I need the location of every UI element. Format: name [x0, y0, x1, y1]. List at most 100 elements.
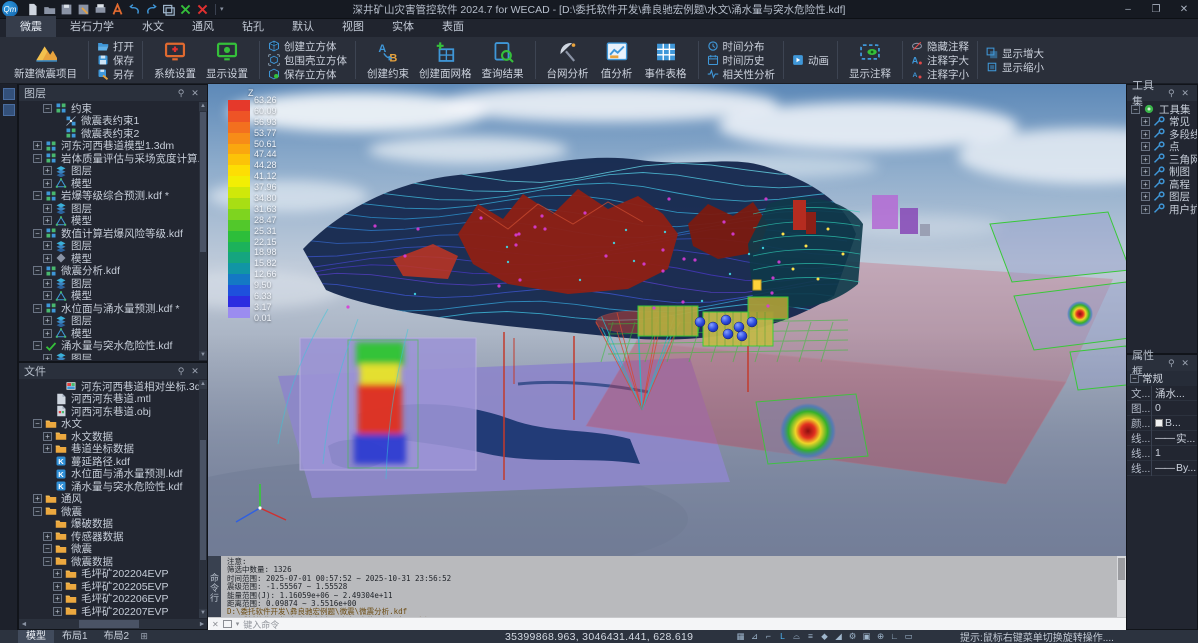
file-tree-item[interactable]: + 毛坪矿202208EVP: [19, 618, 199, 619]
new-layout-tab-icon[interactable]: ⊞: [137, 631, 151, 642]
ribbon-button-创建约束[interactable]: AB创建约束: [362, 39, 414, 81]
ribbon-button-保存[interactable]: 保存: [95, 54, 136, 67]
tree-expander[interactable]: −: [1131, 105, 1140, 114]
quick-access-dropdown-icon[interactable]: ▾: [220, 5, 224, 13]
tree-expander[interactable]: +: [43, 532, 52, 541]
file-tree-item[interactable]: + 通风: [19, 493, 199, 506]
tree-expander[interactable]: −: [33, 154, 42, 163]
ribbon-button-注释字小[interactable]: A注释字小: [909, 68, 971, 81]
ribbon-button-显示设置[interactable]: 显示设置: [201, 39, 253, 81]
tree-expander[interactable]: −: [33, 304, 42, 313]
tree-expander[interactable]: +: [43, 432, 52, 441]
tree-expander[interactable]: +: [1141, 130, 1150, 139]
tree-expander[interactable]: +: [43, 254, 52, 263]
tree-expander[interactable]: +: [43, 216, 52, 225]
tree-expander[interactable]: +: [43, 354, 52, 360]
menu-tab-视图[interactable]: 视图: [328, 16, 378, 37]
close-icon[interactable]: ✕: [1178, 358, 1192, 369]
tree-expander[interactable]: +: [1141, 205, 1150, 214]
tree-expander[interactable]: −: [33, 191, 42, 200]
menu-tab-表面[interactable]: 表面: [428, 16, 478, 37]
layers-scrollbar[interactable]: ▲▼: [199, 102, 207, 360]
tree-expander[interactable]: +: [43, 166, 52, 175]
command-caret-icon[interactable]: ▾: [236, 620, 240, 628]
layout-tab-布局2[interactable]: 布局2: [96, 630, 138, 643]
settings-toggle[interactable]: ⚙: [847, 631, 858, 642]
ribbon-button-创建立方体[interactable]: 创建立方体: [266, 40, 349, 53]
undo-icon[interactable]: [126, 2, 143, 17]
ribbon-button-隐藏注释[interactable]: 隐藏注释: [909, 40, 971, 53]
layout-tab-布局1[interactable]: 布局1: [54, 630, 96, 643]
dock-files-icon[interactable]: [3, 104, 15, 116]
layer-tree-item[interactable]: − 微震分析.kdf: [19, 265, 199, 278]
tree-expander[interactable]: +: [43, 179, 52, 188]
files-scrollbar[interactable]: ▲▼: [199, 380, 207, 618]
tree-expander[interactable]: +: [53, 569, 62, 578]
minimize-button[interactable]: –: [1114, 0, 1142, 19]
layer-tree-item[interactable]: + 图层: [19, 165, 199, 178]
tree-expander[interactable]: +: [43, 291, 52, 300]
tree-expander[interactable]: +: [1141, 142, 1150, 151]
close-icon[interactable]: ✕: [188, 366, 202, 377]
tree-expander[interactable]: −: [33, 266, 42, 275]
tree-expander[interactable]: −: [33, 507, 42, 516]
ucs-toggle[interactable]: ∟: [889, 631, 900, 642]
tree-expander[interactable]: −: [33, 229, 42, 238]
tree-expander[interactable]: +: [1141, 117, 1150, 126]
save-as-icon[interactable]: [75, 2, 92, 17]
ribbon-button-创建面网格[interactable]: 创建面网格: [414, 39, 477, 81]
ribbon-button-包围壳立方体[interactable]: 包围壳立方体: [266, 54, 349, 67]
close-doc-red-icon[interactable]: [194, 2, 211, 17]
menu-tab-通风[interactable]: 通风: [178, 16, 228, 37]
layer-tree-item[interactable]: − 数值计算岩爆风险等级.kdf: [19, 227, 199, 240]
file-tree-item[interactable]: + 传感器数据: [19, 530, 199, 543]
property-row[interactable]: 线... ——实...: [1127, 431, 1197, 446]
tree-expander[interactable]: +: [43, 204, 52, 213]
menu-tab-水文[interactable]: 水文: [128, 16, 178, 37]
ribbon-button-台网分析[interactable]: 台网分析: [542, 39, 594, 81]
ribbon-button-保存立方体[interactable]: 保存立方体: [266, 68, 349, 81]
ribbon-button-相关性分析[interactable]: 相关性分析: [705, 68, 778, 81]
pin-icon[interactable]: ⚲: [1164, 88, 1178, 99]
layer-tree-item[interactable]: − 岩爆等级综合预测.kdf *: [19, 190, 199, 203]
restore-button[interactable]: ❐: [1142, 0, 1170, 19]
object-snap-toggle[interactable]: ◆: [819, 631, 830, 642]
cleanscreen-toggle[interactable]: ▭: [903, 631, 914, 642]
ribbon-button-显示缩小[interactable]: 显示缩小: [984, 61, 1046, 74]
ribbon-button-值分析[interactable]: 值分析: [594, 39, 640, 81]
transparency-toggle[interactable]: ▣: [861, 631, 872, 642]
save-file-icon[interactable]: [58, 2, 75, 17]
menu-tab-微震[interactable]: 微震: [6, 16, 56, 37]
menu-tab-岩石力学[interactable]: 岩石力学: [56, 16, 128, 37]
pin-icon[interactable]: ⚲: [174, 88, 188, 99]
tree-expander[interactable]: −: [33, 419, 42, 428]
ribbon-button-显示注释[interactable]: 显示注释: [844, 39, 896, 81]
ortho-toggle[interactable]: ⌐: [763, 631, 774, 642]
layout-tab-模型[interactable]: 模型: [18, 630, 54, 643]
tree-expander[interactable]: +: [43, 329, 52, 338]
file-tree-item[interactable]: K 涌水量与突水危险性.kdf: [19, 480, 199, 493]
ribbon-button-显示增大[interactable]: 显示增大: [984, 47, 1046, 60]
tree-expander[interactable]: +: [43, 316, 52, 325]
command-close-icon[interactable]: ✕: [212, 620, 219, 629]
layer-tree-item[interactable]: − 水位面与涌水量预测.kdf *: [19, 302, 199, 315]
tree-expander[interactable]: +: [53, 582, 62, 591]
polar-toggle[interactable]: L: [777, 631, 788, 642]
files-hscrollbar[interactable]: ◄►: [19, 619, 207, 629]
tree-expander[interactable]: +: [53, 594, 62, 603]
ribbon-button-系统设置[interactable]: 系统设置: [149, 39, 201, 81]
property-row[interactable]: 颜... B...: [1127, 416, 1197, 431]
tree-expander[interactable]: +: [43, 279, 52, 288]
property-row[interactable]: 线... 1: [1127, 446, 1197, 461]
menu-tab-默认[interactable]: 默认: [278, 16, 328, 37]
selection-toggle[interactable]: ⊕: [875, 631, 886, 642]
toolset-tree-item[interactable]: + 多段线: [1127, 128, 1197, 141]
tree-expander[interactable]: +: [43, 444, 52, 453]
property-row[interactable]: 文... 涌水...: [1127, 386, 1197, 401]
tree-expander[interactable]: +: [1141, 192, 1150, 201]
isodraft-toggle[interactable]: ⌓: [791, 631, 802, 642]
ribbon-button-动画[interactable]: 动画: [790, 54, 831, 67]
ribbon-button-时间分布[interactable]: 时间分布: [705, 40, 778, 53]
command-window-icon[interactable]: [223, 620, 232, 628]
snap-toggle[interactable]: ⊿: [749, 631, 760, 642]
